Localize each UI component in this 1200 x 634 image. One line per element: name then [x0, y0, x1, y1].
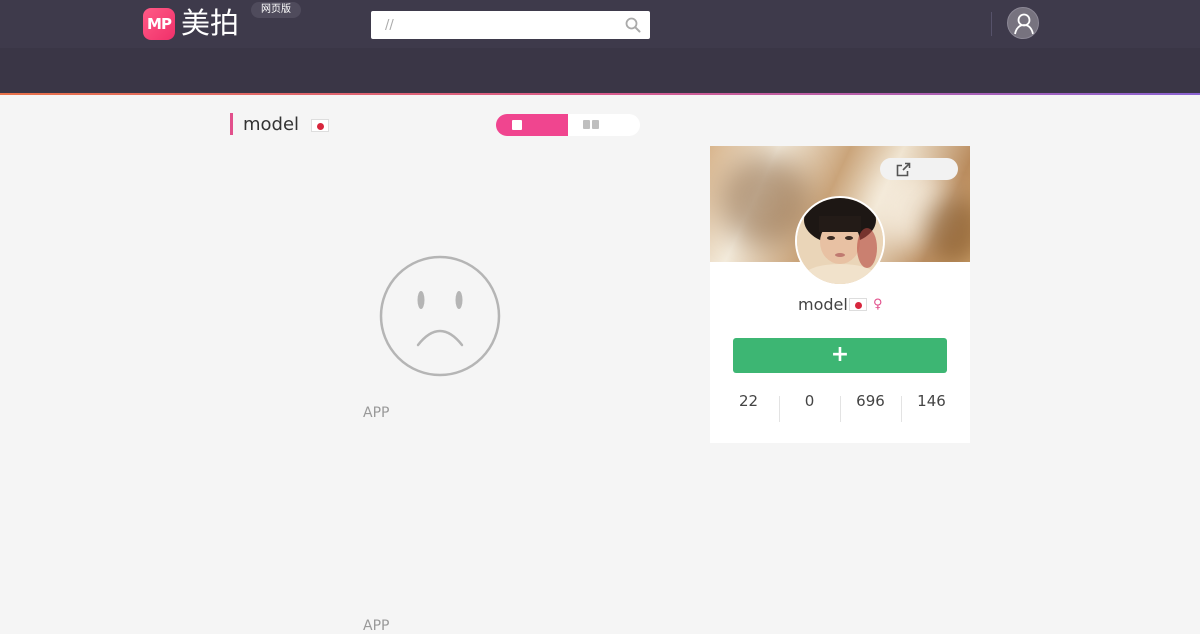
double-view-icon: [592, 120, 599, 129]
web-version-badge: 网页版: [251, 2, 301, 18]
search-icon[interactable]: [625, 17, 641, 33]
stat-value[interactable]: 22: [718, 392, 779, 410]
stat-value[interactable]: 0: [779, 392, 840, 410]
search-input[interactable]: [371, 11, 611, 39]
stat-value[interactable]: 696: [840, 392, 901, 410]
nav-bar: [0, 48, 1200, 93]
follow-button[interactable]: +: [733, 338, 947, 373]
double-view-icon: [583, 120, 590, 129]
profile-avatar[interactable]: [795, 196, 885, 286]
header-divider: [0, 93, 1200, 95]
sad-face-icon: [379, 255, 501, 377]
single-column-view-button[interactable]: [496, 114, 568, 136]
empty-state-message: APP: [363, 405, 390, 421]
single-view-icon: [512, 120, 522, 130]
user-avatar-button[interactable]: [1007, 7, 1039, 39]
japan-flag-icon: [849, 298, 867, 311]
profile-stats: 22 0 696 146: [718, 392, 962, 422]
header-separator: [991, 12, 992, 36]
female-gender-icon: ♀: [873, 297, 883, 312]
title-accent-bar: [230, 113, 233, 135]
empty-state-message-secondary: APP: [363, 618, 390, 634]
profile-name: model: [798, 295, 848, 314]
view-mode-toggle[interactable]: [496, 114, 640, 136]
stat-value[interactable]: 146: [901, 392, 962, 410]
page-title: model: [243, 114, 300, 135]
logo-mark[interactable]: MP: [143, 8, 175, 40]
share-icon: [896, 162, 911, 177]
double-column-view-button[interactable]: [568, 114, 640, 136]
logo-text[interactable]: 美拍: [181, 5, 239, 41]
japan-flag-icon: [311, 119, 329, 132]
search-box[interactable]: [371, 11, 650, 39]
share-button[interactable]: [880, 158, 958, 180]
profile-card: model ♀ + 22 0 696 146: [710, 146, 970, 443]
